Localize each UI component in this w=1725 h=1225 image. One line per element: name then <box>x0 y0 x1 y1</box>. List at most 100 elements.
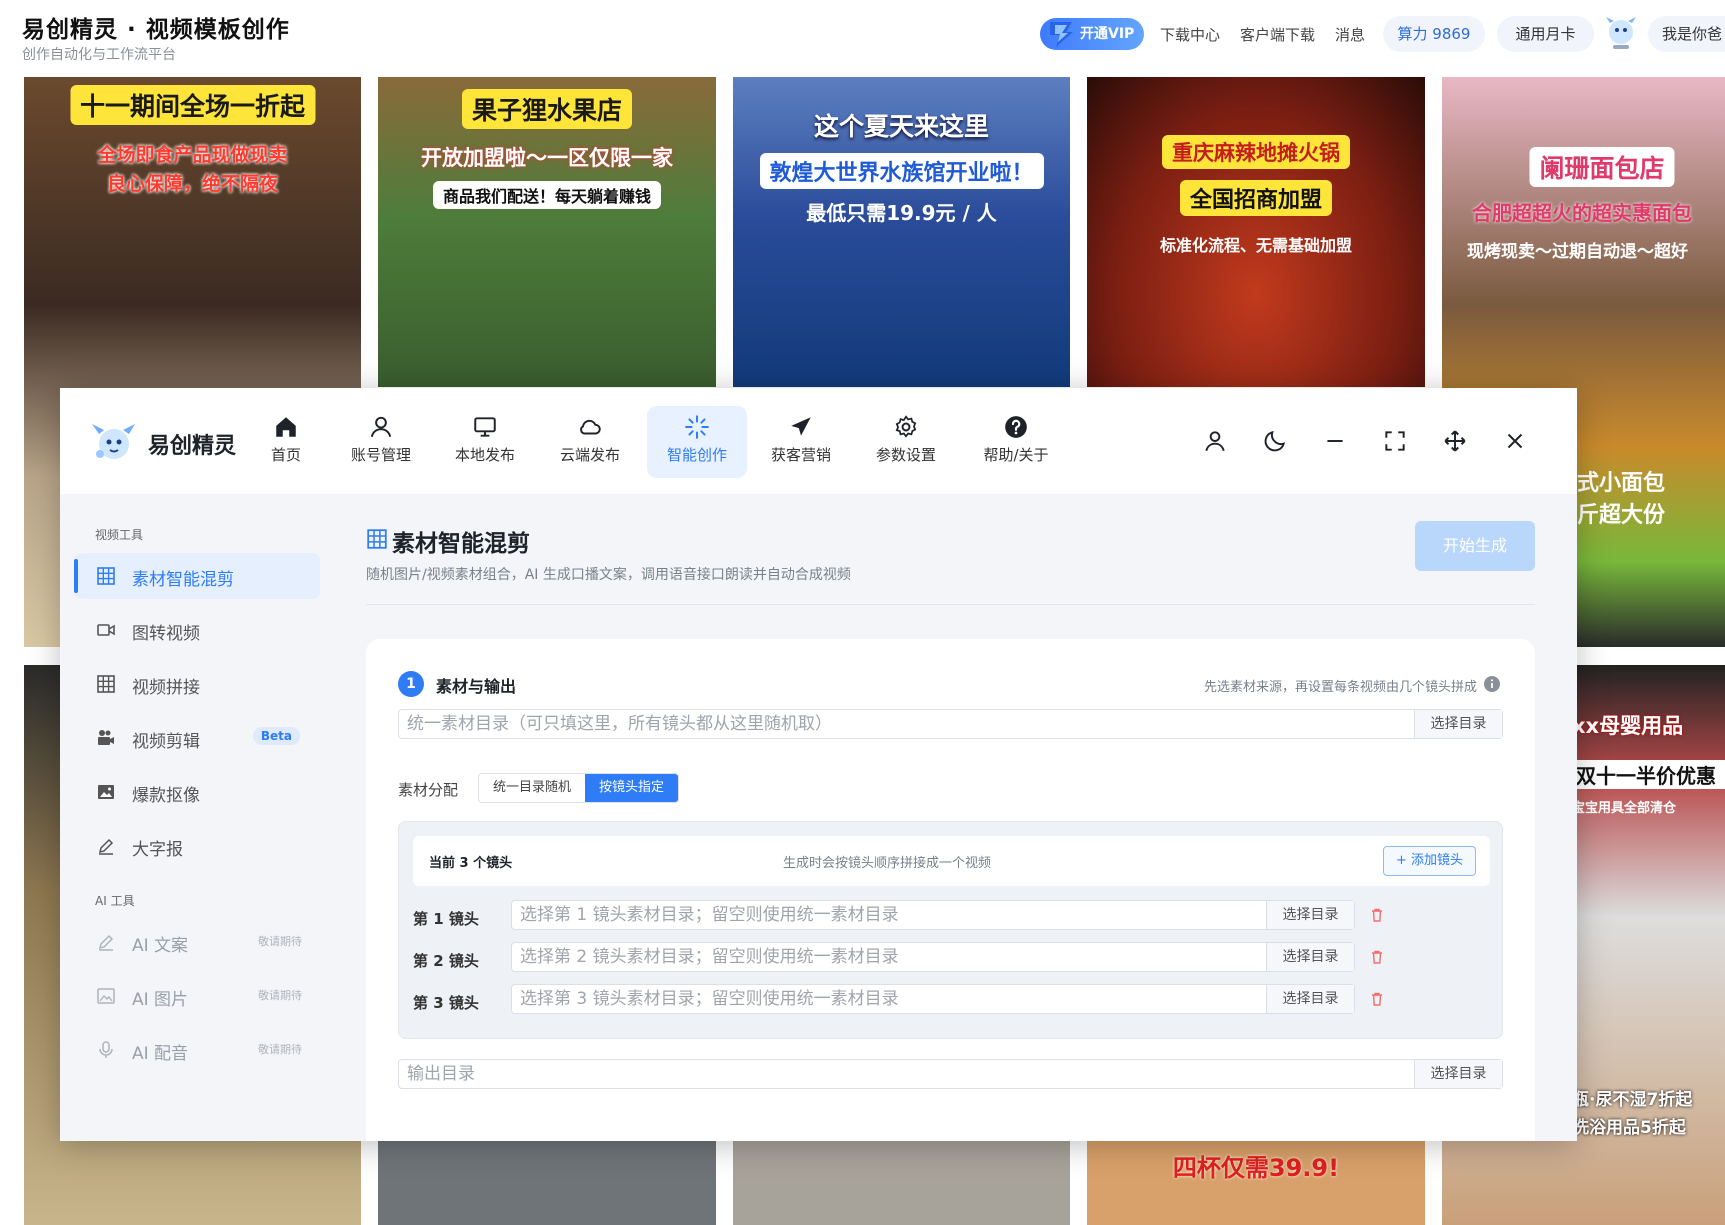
app-window: 易创精灵 首页 账号管理 本地发布 云端发布 智能创作 获客营销 参数设置 帮助… <box>60 388 1577 1141</box>
active-indicator <box>74 559 78 593</box>
move-icon[interactable] <box>1442 428 1468 454</box>
grid-icon <box>367 529 387 549</box>
info-icon[interactable] <box>1483 675 1501 693</box>
sidebar-item-video-edit[interactable]: 视频剪辑 Beta <box>74 715 320 761</box>
tile-line: 良心保障，绝不隔夜 <box>106 173 278 195</box>
fullscreen-icon[interactable] <box>1382 428 1408 454</box>
sidebar-item-smart-mix[interactable]: 素材智能混剪 <box>74 553 320 599</box>
template-tile[interactable] <box>733 1130 1070 1225</box>
select-dir-button[interactable]: 选择目录 <box>1414 710 1502 738</box>
nav-marketing[interactable]: 获客营销 <box>760 406 842 478</box>
shot-dir-field: 选择目录 <box>511 984 1355 1014</box>
app-name: 易创精灵 <box>148 434 237 459</box>
select-dir-button[interactable]: 选择目录 <box>1414 1060 1502 1088</box>
nav-help[interactable]: 帮助/关于 <box>970 406 1062 478</box>
tile-headline: 阑珊面包店 <box>1529 147 1675 187</box>
nav-label: 参数设置 <box>875 446 936 464</box>
sidebar-item-label: AI 图片 <box>132 990 189 1010</box>
sidebar-item-label: 素材智能混剪 <box>132 570 234 590</box>
shot-dir-field: 选择目录 <box>511 942 1355 972</box>
sidebar-item-big-text[interactable]: 大字报 <box>74 823 320 869</box>
sidebar-section-video: 视频工具 <box>95 528 144 542</box>
alloc-option-per-shot[interactable]: 按镜头指定 <box>585 774 679 802</box>
nav-local-publish[interactable]: 本地发布 <box>444 406 526 478</box>
home-icon <box>276 417 296 437</box>
monthly-card-badge[interactable]: 通用月卡 <box>1497 16 1594 52</box>
shots-container: 当前 3 个镜头 生成时会按镜头顺序拼接成一个视频 + 添加镜头 第 1 镜头 … <box>398 821 1503 1039</box>
template-tile[interactable]: 重庆麻辣地摊火锅 全国招商加盟 标准化流程、无需基础加盟 <box>1087 77 1425 387</box>
tile-line: 式小面包 <box>1577 471 1666 496</box>
alloc-option-unified[interactable]: 统一目录随机 <box>479 774 586 802</box>
shot-1-dir-input[interactable] <box>512 901 1266 929</box>
user-menu[interactable]: 我是你爸 <box>1648 16 1725 52</box>
allocation-toggle: 统一目录随机 按镜头指定 <box>478 773 680 803</box>
nav-smart-create[interactable]: 智能创作 <box>647 406 747 478</box>
mascot-avatar-icon[interactable] <box>1604 15 1638 53</box>
tile-line: 双十一半价优惠 <box>1572 760 1725 789</box>
nav-account[interactable]: 账号管理 <box>340 406 422 478</box>
select-dir-button[interactable]: 选择目录 <box>1266 901 1354 929</box>
profile-icon[interactable] <box>1202 428 1228 454</box>
nav-label: 帮助/关于 <box>983 446 1049 464</box>
select-dir-button[interactable]: 选择目录 <box>1266 985 1354 1013</box>
pen-icon <box>98 838 114 855</box>
video-camera-icon <box>97 624 115 636</box>
add-shot-button[interactable]: + 添加镜头 <box>1382 846 1476 876</box>
sidebar-item-cutout[interactable]: 爆款抠像 <box>74 769 320 815</box>
template-tile[interactable]: 这个夏天来这里 敦煌大世界水族馆开业啦！ 最低只需19.9元 / 人 <box>733 77 1070 387</box>
sidebar-section-ai: AI 工具 <box>95 894 135 908</box>
trash-icon[interactable] <box>1369 949 1385 965</box>
template-tile[interactable]: 四杯仅需39.9! <box>1087 1130 1425 1225</box>
nav-settings[interactable]: 参数设置 <box>865 406 947 478</box>
start-generate-button[interactable]: 开始生成 <box>1415 521 1535 571</box>
template-tile[interactable]: 果子狸水果店 开放加盟啦～一区仅限一家 商品我们配送！每天躺着赚钱 <box>378 77 716 387</box>
shots-note: 生成时会按镜头顺序拼接成一个视频 <box>783 856 992 871</box>
template-tile[interactable] <box>378 1130 716 1225</box>
nav-label: 本地发布 <box>454 446 515 464</box>
sidebar-item-label: 视频拼接 <box>132 678 200 698</box>
trash-icon[interactable] <box>1369 907 1385 923</box>
tile-line: 敦煌大世界水族馆开业啦！ <box>759 153 1044 189</box>
sidebar-item-label: 视频剪辑 <box>132 732 200 752</box>
tile-headline: 十一期间全场一折起 <box>69 85 316 125</box>
shot-label: 第 3 镜头 <box>413 994 479 1012</box>
tile-line: 最低只需19.9元 / 人 <box>806 201 997 225</box>
tile-line: 瓶·尿不湿7折起 <box>1572 1090 1693 1110</box>
monitor-icon <box>474 417 496 437</box>
sidebar-item-ai-copy: AI 文案 敬请期待 <box>74 919 320 965</box>
select-dir-button[interactable]: 选择目录 <box>1266 943 1354 971</box>
sidebar: 视频工具 素材智能混剪 图转视频 视频拼接 视频剪辑 Beta 爆款抠像 大字报… <box>60 494 334 1141</box>
nav-cloud-publish[interactable]: 云端发布 <box>549 406 631 478</box>
page-title: 素材智能混剪 <box>392 531 530 557</box>
tile-line: 现烤现卖～过期自动退～超好 <box>1467 242 1688 262</box>
messages-link[interactable]: 消息 <box>1335 24 1365 45</box>
minimize-icon[interactable] <box>1322 428 1348 454</box>
sidebar-item-image-to-video[interactable]: 图转视频 <box>74 607 320 653</box>
sidebar-item-label: 大字报 <box>132 840 183 860</box>
client-download-link[interactable]: 客户端下载 <box>1240 24 1315 45</box>
unified-dir-input[interactable] <box>399 710 1414 738</box>
output-dir-input[interactable] <box>399 1060 1414 1088</box>
dark-mode-icon[interactable] <box>1262 428 1288 454</box>
tile-line: 宝宝用具全部清仓 <box>1572 801 1677 816</box>
sidebar-item-video-stitch[interactable]: 视频拼接 <box>74 661 320 707</box>
download-center-link[interactable]: 下载中心 <box>1160 24 1220 45</box>
compute-power-badge[interactable]: 算力 9869 <box>1383 16 1485 52</box>
shots-header: 当前 3 个镜头 生成时会按镜头顺序拼接成一个视频 + 添加镜头 <box>413 836 1490 886</box>
tile-line: 开放加盟啦～一区仅限一家 <box>421 146 673 170</box>
nav-label: 智能创作 <box>666 446 727 464</box>
nav-label: 账号管理 <box>350 446 411 464</box>
pen-icon <box>98 934 114 951</box>
vip-button[interactable]: 开通VIP <box>1040 18 1145 50</box>
nav-label: 首页 <box>270 446 301 464</box>
nav-home[interactable]: 首页 <box>252 406 320 478</box>
tile-headline: 这个夏天来这里 <box>813 112 989 141</box>
app-nav-bar: 易创精灵 首页 账号管理 本地发布 云端发布 智能创作 获客营销 参数设置 帮助… <box>60 388 1577 494</box>
tile-headline: xx母婴用品 <box>1572 714 1684 738</box>
close-icon[interactable] <box>1502 428 1528 454</box>
shot-3-dir-input[interactable] <box>512 985 1266 1013</box>
step-number: 1 <box>398 671 424 697</box>
shot-2-dir-input[interactable] <box>512 943 1266 971</box>
tile-headline: 重庆麻辣地摊火锅 <box>1162 135 1350 169</box>
trash-icon[interactable] <box>1369 991 1385 1007</box>
